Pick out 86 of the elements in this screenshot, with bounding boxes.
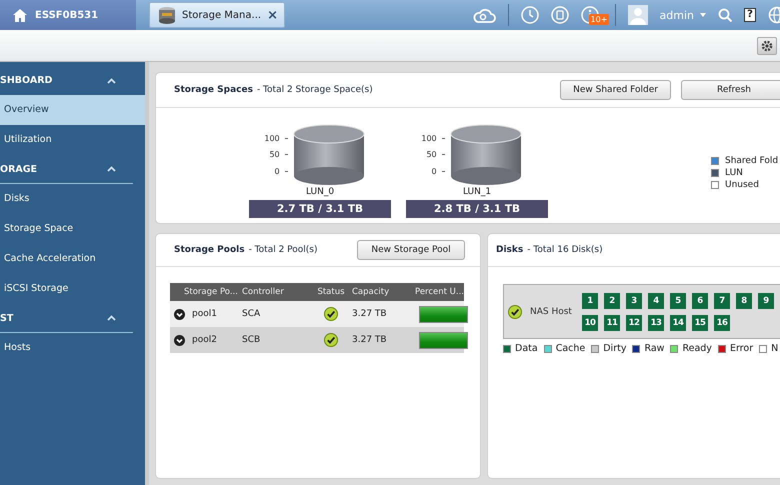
disk-slot[interactable]: 15 xyxy=(692,314,708,330)
close-button[interactable]: × xyxy=(267,8,278,22)
sidebar-item[interactable]: Disks xyxy=(0,184,145,214)
disk-stack-icon xyxy=(158,6,176,24)
disk-slot[interactable]: 10 xyxy=(582,314,598,330)
action-button[interactable]: Refresh xyxy=(681,80,780,100)
user-avatar-icon[interactable] xyxy=(628,5,648,25)
column-header[interactable]: Status xyxy=(316,287,346,297)
settings-button[interactable] xyxy=(757,36,777,54)
legend-label: Shared Fold xyxy=(725,156,778,166)
new-pool-button[interactable]: New Storage Pool xyxy=(357,240,465,260)
card-subtitle: - Total 2 Storage Space(s) xyxy=(256,85,373,95)
legend-label: Cache xyxy=(556,343,586,354)
sidebar-item[interactable]: Utilization xyxy=(0,125,145,155)
table-cell-text: 3.27 TB xyxy=(351,335,388,345)
disk-slot[interactable]: 6 xyxy=(692,292,708,308)
table-cell-text: SCB xyxy=(242,335,262,345)
table-cell: pool2 xyxy=(192,335,217,345)
section-header[interactable]: ST xyxy=(0,304,133,333)
disk-slot[interactable]: 11 xyxy=(604,314,620,330)
cloud-icon[interactable] xyxy=(472,6,496,24)
card-title: Storage Pools xyxy=(174,245,245,255)
search-icon[interactable] xyxy=(718,8,732,22)
clock-icon[interactable] xyxy=(520,6,539,24)
caret-icon xyxy=(700,13,706,17)
legend-label: N xyxy=(771,343,778,354)
legend-label: Raw xyxy=(644,343,664,354)
card-title: Disks xyxy=(496,245,524,255)
legend-label: Ready xyxy=(682,343,712,354)
home-button[interactable]: ESSF0B531 xyxy=(0,0,136,30)
sidebar-item[interactable]: Hosts xyxy=(0,333,145,363)
disk-slot[interactable]: 1 xyxy=(582,292,598,308)
sidebar-item[interactable]: Overview xyxy=(0,95,145,125)
legend-label: Data xyxy=(515,343,538,354)
disk-slot[interactable]: 14 xyxy=(670,314,686,330)
disk-slot[interactable]: 9 xyxy=(758,292,774,308)
table-cell: pool1 xyxy=(192,309,217,319)
disk-slot[interactable]: 8 xyxy=(736,292,752,308)
settings-icon xyxy=(761,40,773,52)
disk-slot[interactable]: 13 xyxy=(648,314,664,330)
sidebar-item[interactable]: Cache Acceleration xyxy=(0,244,145,274)
section-header[interactable]: SHBOARD xyxy=(0,66,133,95)
axis-label: 50 xyxy=(426,150,437,159)
action-button[interactable]: New Shared Folder xyxy=(560,80,671,100)
axis-label: 100 xyxy=(264,134,280,142)
help-button[interactable]: ? xyxy=(744,8,756,22)
expand-icon[interactable] xyxy=(174,308,185,320)
home-icon xyxy=(13,8,27,22)
legend-label: Error xyxy=(730,343,754,354)
usage-label: 2.7 TB / 3.1 TB xyxy=(249,200,391,218)
section-header[interactable]: ORAGE xyxy=(0,155,133,184)
expand-icon[interactable] xyxy=(174,334,185,346)
column-header[interactable]: Storage Po... xyxy=(170,287,242,297)
table-row[interactable]: pool1 SCA 3.27 TB xyxy=(170,301,464,327)
card-subtitle: - Total 16 Disk(s) xyxy=(527,245,603,255)
globe-icon[interactable] xyxy=(768,6,780,24)
axis-label: 50 xyxy=(269,150,280,159)
legend-label: LUN xyxy=(725,168,743,178)
host-label: NAS Host xyxy=(530,306,573,316)
axis-label: 0 xyxy=(432,166,437,176)
legend-label: Dirty xyxy=(603,343,626,354)
lun-name: LUN_0 xyxy=(306,186,334,196)
table-cell-text: SCA xyxy=(242,309,262,319)
sidebar-item[interactable]: iSCSI Storage xyxy=(0,274,145,304)
lun-name: LUN_1 xyxy=(462,186,492,196)
sidebar-item[interactable]: Storage Space xyxy=(0,214,145,244)
usage-label: 2.8 TB / 3.1 TB xyxy=(406,200,548,218)
table-cell-text: 3.27 TB xyxy=(351,309,388,319)
disk-slot[interactable]: 2 xyxy=(604,292,620,308)
card-title: Storage Spaces xyxy=(174,85,253,95)
column-header[interactable]: Percent U... xyxy=(413,287,479,297)
disk-slot[interactable]: 12 xyxy=(626,314,642,330)
column-header[interactable]: Controller xyxy=(242,287,316,297)
card-subtitle: - Total 2 Pool(s) xyxy=(248,245,318,255)
axis-label: 100 xyxy=(421,134,437,142)
disk-slot[interactable]: 3 xyxy=(626,292,642,308)
axis-label: 0 xyxy=(274,166,280,176)
app-tab[interactable]: Storage Mana... × xyxy=(149,2,285,28)
legend-label: Unused xyxy=(725,180,759,190)
notification-badge: 10+ xyxy=(588,14,610,25)
disk-slot[interactable]: 4 xyxy=(648,292,664,308)
disk-slot[interactable]: 5 xyxy=(670,292,686,308)
sync-icon[interactable] xyxy=(550,6,569,24)
disk-slot[interactable]: 16 xyxy=(714,314,730,330)
column-header[interactable]: Capacity xyxy=(346,287,413,297)
disk-slot[interactable]: 7 xyxy=(714,292,730,308)
